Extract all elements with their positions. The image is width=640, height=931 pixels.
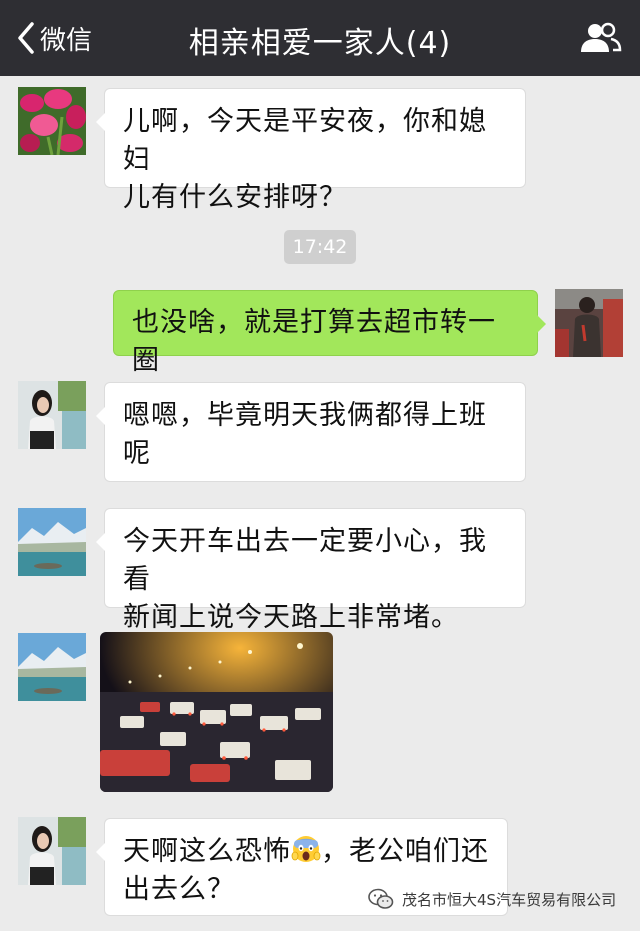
- avatar-mom[interactable]: [18, 87, 86, 155]
- watermark-text: 茂名市恒大4S汽车贸易有限公司: [402, 890, 617, 909]
- message-text: 儿有什么安排呀？: [123, 182, 347, 213]
- message-bubble[interactable]: 嗯嗯，毕竟明天我俩都得上班呢: [96, 382, 526, 482]
- watermark: 茂名市恒大4S汽车贸易有限公司: [368, 888, 616, 910]
- scream-emoji-icon: [291, 836, 321, 862]
- avatar-me[interactable]: [555, 289, 623, 357]
- back-label: 微信: [40, 25, 93, 56]
- chat-title: 相亲相爱一家人(4): [188, 26, 452, 61]
- avatar-dad[interactable]: [18, 508, 86, 576]
- avatar-dad[interactable]: [18, 633, 86, 701]
- contacts-icon[interactable]: [578, 22, 622, 54]
- message-text: 嗯嗯，毕竟明天我俩都得上班呢: [123, 400, 487, 469]
- message-text: 今天开车出去一定要小心，我看: [123, 526, 487, 595]
- chevron-left-icon: [18, 22, 34, 54]
- message-text: ，老公咱们还: [321, 836, 489, 867]
- message-text: 儿啊，今天是平安夜，你和媳妇: [123, 106, 487, 175]
- top-bar: 微信 相亲相爱一家人(4): [0, 0, 640, 76]
- message-bubble-sent[interactable]: 也没啥，就是打算去超市转一圈: [113, 290, 546, 376]
- avatar-wife[interactable]: [18, 381, 86, 449]
- back-button[interactable]: 微信: [14, 20, 92, 56]
- avatar-wife[interactable]: [18, 817, 86, 885]
- timestamp: 17:42: [284, 230, 356, 264]
- night-traffic-jam-photo[interactable]: [100, 632, 333, 792]
- message-text: 也没啥，就是打算去超市转一圈: [132, 307, 496, 376]
- message-text: 天啊这么恐怖: [123, 836, 291, 867]
- message-bubble[interactable]: 今天开车出去一定要小心，我看 新闻上说今天路上非常堵。: [96, 508, 526, 633]
- message-bubble[interactable]: 儿啊，今天是平安夜，你和媳妇 儿有什么安排呀？: [96, 88, 526, 213]
- wechat-logo-icon: [368, 888, 394, 909]
